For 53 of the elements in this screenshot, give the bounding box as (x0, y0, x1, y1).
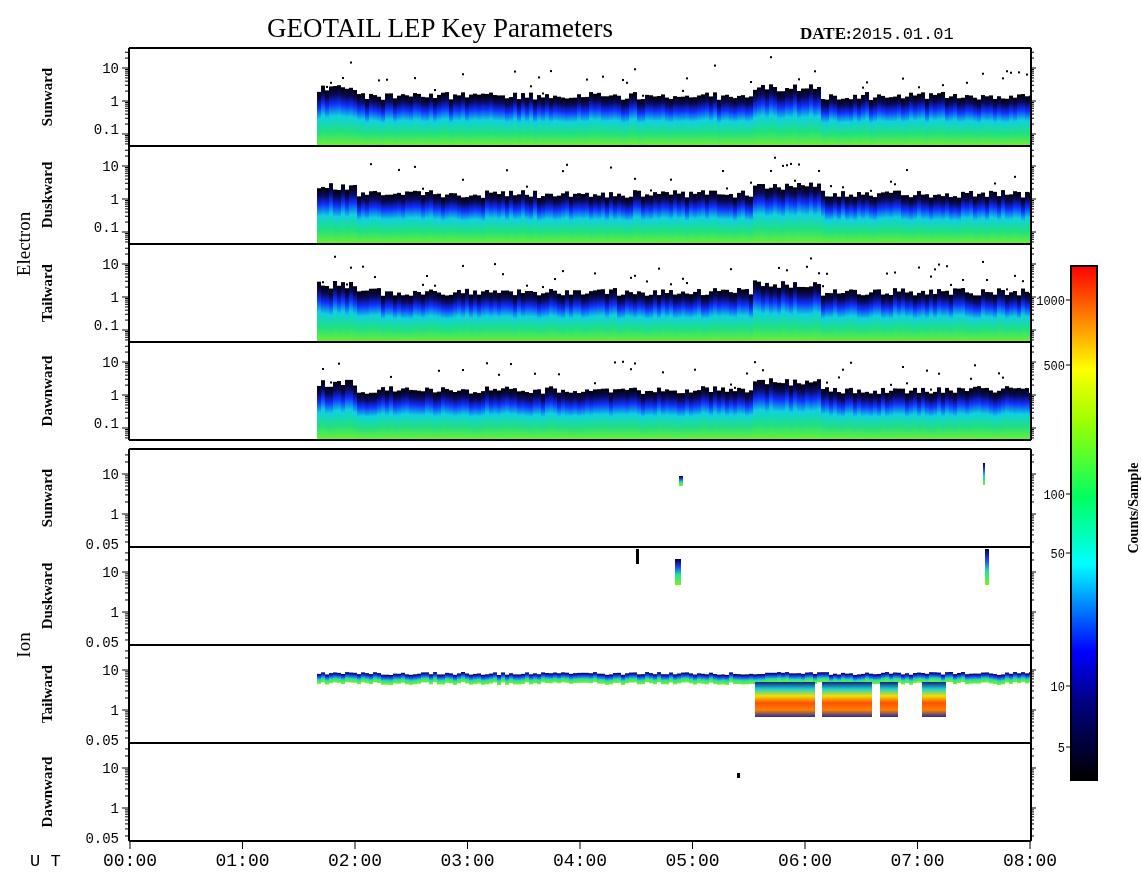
y-tick-label: 1 (110, 388, 119, 404)
y-tick-label: 10 (102, 565, 119, 581)
panel-label: Sunward (39, 468, 55, 528)
y-tick-label: 1 (110, 605, 119, 621)
panel-label: Duskward (39, 161, 55, 229)
colorbar-tick-label: 1000 (1036, 295, 1065, 309)
x-tick-label: 06:00 (778, 851, 832, 871)
y-tick-label: 10 (102, 61, 119, 77)
panel-label: Tailward (39, 665, 55, 723)
y-tick-label: 0.05 (85, 537, 119, 553)
date-label: DATE:2015.01.01 (800, 24, 954, 44)
plot-title: GEOTAIL LEP Key Parameters (267, 13, 613, 43)
y-tick-label: 1 (110, 290, 119, 306)
group-label: Electron (13, 211, 34, 277)
x-tick-label: 00:00 (103, 851, 157, 871)
colorbar-tick-label: 10 (1050, 681, 1065, 695)
x-tick-label: 04:00 (553, 851, 607, 871)
panel-label: Sunward (39, 67, 55, 127)
x-tick-label: 05:00 (665, 851, 720, 871)
y-tick-label: 10 (102, 159, 119, 175)
y-tick-label: 0.1 (93, 416, 119, 432)
y-tick-label: 0.1 (93, 318, 119, 334)
y-tick-label: 1 (110, 507, 119, 523)
y-tick-label: 0.05 (85, 733, 119, 749)
panel-label: Dawnward (39, 756, 55, 828)
y-tick-label: 10 (102, 467, 119, 483)
y-tick-label: 10 (102, 663, 119, 679)
x-tick-label: 08:00 (1003, 851, 1057, 871)
x-tick-label: 01:00 (215, 851, 270, 871)
panel-label: Tailward (39, 264, 55, 322)
y-tick-label: 1 (110, 192, 119, 208)
colorbar-label: Counts/Sample (1126, 462, 1141, 554)
y-tick-label: 10 (102, 355, 119, 371)
y-tick-label: 0.05 (85, 635, 119, 651)
x-tick-label: 03:00 (440, 851, 495, 871)
colorbar-tick-label: 100 (1043, 489, 1065, 503)
x-tick-label: 02:00 (328, 851, 382, 871)
x-tick-label: 07:00 (890, 851, 945, 871)
y-tick-label: 1 (110, 94, 119, 110)
panel-label: Dawnward (39, 355, 55, 427)
y-tick-label: 10 (102, 761, 119, 777)
group-label: Ion (13, 632, 34, 658)
y-tick-label: 0.1 (93, 220, 119, 236)
y-tick-label: 1 (110, 703, 119, 719)
colorbar-tick-label: 50 (1050, 548, 1065, 562)
y-tick-label: 0.1 (93, 122, 119, 138)
colorbar-tick-label: 500 (1043, 360, 1065, 374)
x-axis-label: U T (30, 852, 61, 871)
colorbar-tick-label: 5 (1057, 742, 1065, 756)
y-tick-label: 10 (102, 257, 119, 273)
y-tick-label: 0.05 (85, 831, 119, 847)
y-tick-label: 1 (110, 801, 119, 817)
panel-label: Duskward (39, 562, 55, 630)
